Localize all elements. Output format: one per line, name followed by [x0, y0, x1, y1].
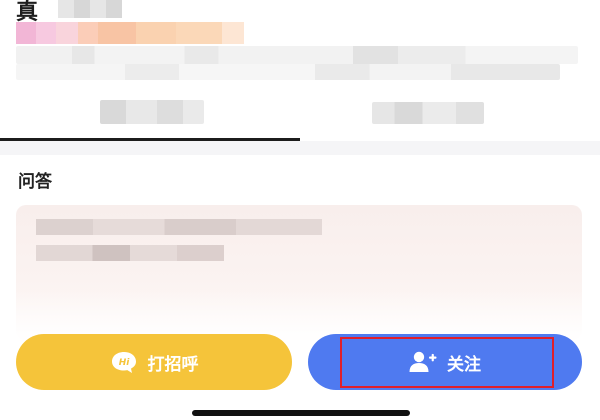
qa-answer-redacted [36, 245, 224, 261]
profile-tags-redacted [16, 22, 244, 44]
profile-name-redacted [58, 0, 122, 18]
qa-section-title: 问答 [18, 172, 52, 192]
follow-button-label: 关注 [447, 354, 481, 375]
greet-button[interactable]: Hi 打招呼 [16, 334, 292, 390]
qa-question-redacted [36, 219, 322, 235]
greet-button-label: 打招呼 [147, 354, 199, 375]
home-indicator[interactable] [192, 410, 410, 416]
hi-chat-bubble-icon: Hi [111, 352, 136, 373]
profile-bio-redacted-2 [16, 64, 560, 80]
profile-screen: 真 问答 Hi 打招呼 关注 [0, 0, 600, 420]
follow-button[interactable]: 关注 [308, 334, 582, 390]
tab-right-redacted[interactable] [372, 102, 484, 124]
tab-left-redacted[interactable] [100, 100, 204, 124]
section-divider [0, 141, 600, 155]
hi-icon-text: Hi [118, 358, 130, 368]
profile-bio-redacted [16, 46, 578, 64]
add-user-icon [409, 351, 437, 372]
